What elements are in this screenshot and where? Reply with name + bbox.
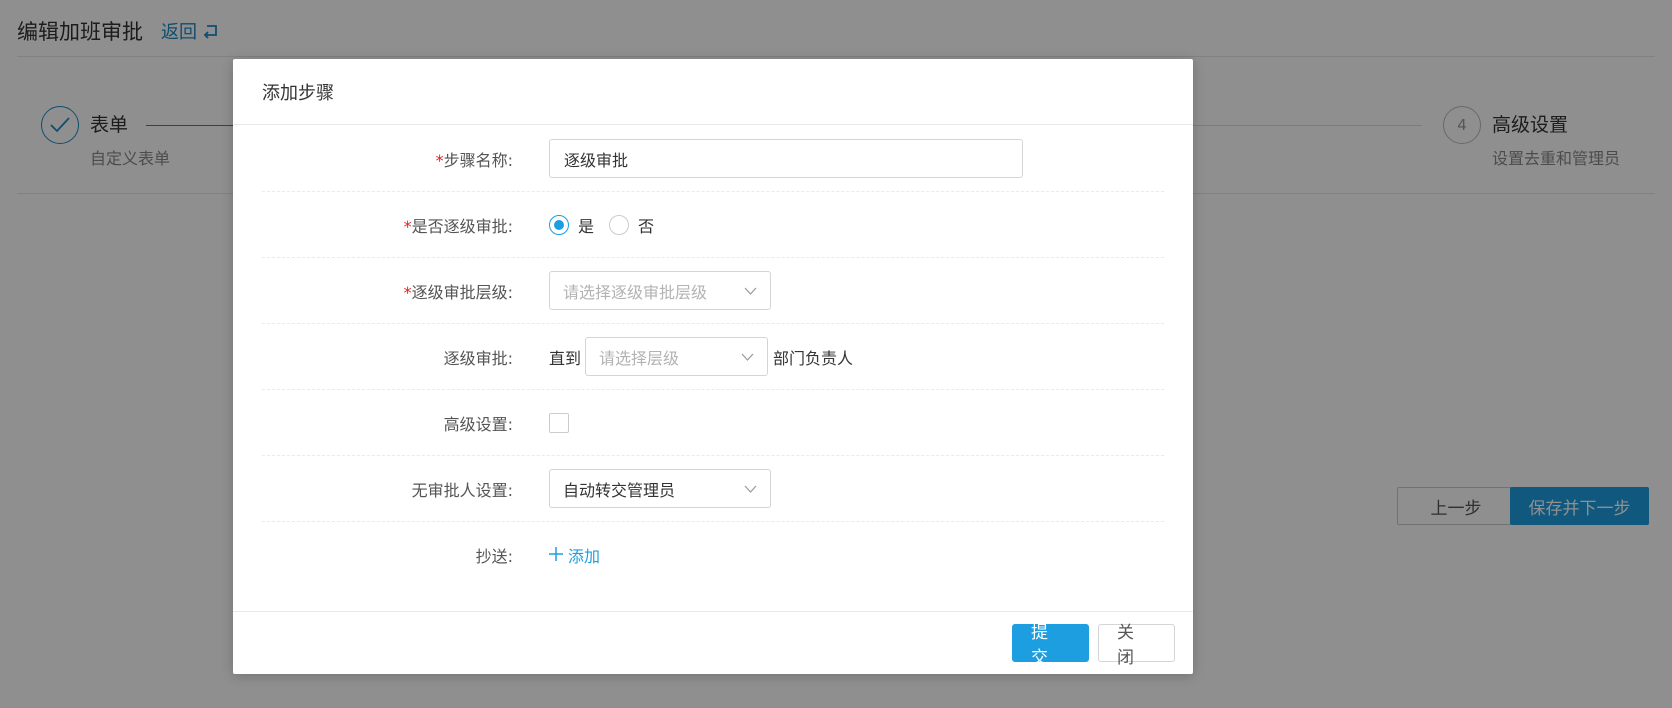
submit-button[interactable]: 提交 xyxy=(1012,623,1089,668)
select-placeholder: 请选择层级 xyxy=(599,348,680,368)
until-prefix: 直到 xyxy=(549,348,582,368)
plus-icon xyxy=(549,544,563,566)
label-text: 步骤名称: xyxy=(443,150,513,170)
select-value: 自动转交管理员 xyxy=(563,480,676,500)
radio-no[interactable]: 否 xyxy=(609,213,654,237)
radio-checked-icon[interactable] xyxy=(549,214,569,235)
advanced-checkbox[interactable] xyxy=(549,412,569,433)
level-approval-label: *是否逐级审批: xyxy=(262,213,513,237)
required-mark: * xyxy=(403,216,412,236)
form-row-step-name: *步骤名称: xyxy=(262,126,1164,192)
approval-level-select[interactable]: 请选择逐级审批层级 xyxy=(549,271,771,310)
radio-yes-label: 是 xyxy=(578,216,595,236)
required-mark: * xyxy=(435,150,444,170)
chevron-down-icon xyxy=(744,485,757,493)
select-placeholder: 请选择逐级审批层级 xyxy=(563,282,708,302)
approval-until-label: 逐级审批: xyxy=(443,348,513,368)
form-row-approval-level: *逐级审批层级: 请选择逐级审批层级 xyxy=(262,258,1164,324)
add-cc-label: 添加 xyxy=(568,547,601,566)
form-row-no-approver: 无审批人设置: 自动转交管理员 xyxy=(262,456,1164,522)
dialog-title: 添加步骤 xyxy=(262,82,334,104)
chevron-down-icon xyxy=(744,287,757,295)
add-step-dialog: 添加步骤 *步骤名称: *是否逐级审批: 是 否 xyxy=(233,59,1193,674)
close-button[interactable]: 关闭 xyxy=(1098,623,1175,668)
radio-unchecked-icon[interactable] xyxy=(609,214,630,235)
dialog-footer: 提交 关闭 xyxy=(233,611,1193,674)
form-row-advanced: 高级设置: xyxy=(262,390,1164,456)
chevron-down-icon xyxy=(741,353,754,361)
dialog-header: 添加步骤 xyxy=(233,59,1193,125)
add-cc-link[interactable]: 添加 xyxy=(549,543,600,567)
step-name-label: *步骤名称: xyxy=(262,147,513,171)
label-text: 逐级审批层级: xyxy=(411,282,513,302)
cc-label: 抄送: xyxy=(475,547,513,566)
level-select[interactable]: 请选择层级 xyxy=(585,337,769,376)
step-name-input[interactable] xyxy=(549,139,1023,178)
advanced-label: 高级设置: xyxy=(443,414,513,434)
form-row-level-approval: *是否逐级审批: 是 否 xyxy=(262,192,1164,258)
form-row-approval-until: 逐级审批: 直到 请选择层级 部门负责人 xyxy=(262,324,1164,390)
until-suffix: 部门负责人 xyxy=(773,348,854,368)
dialog-form: *步骤名称: *是否逐级审批: 是 否 xyxy=(262,126,1164,588)
form-row-cc: 抄送: 添加 xyxy=(262,522,1164,588)
required-mark: * xyxy=(403,282,412,302)
label-text: 是否逐级审批: xyxy=(411,216,513,236)
no-approver-label: 无审批人设置: xyxy=(411,480,513,500)
approval-level-label: *逐级审批层级: xyxy=(262,279,513,303)
radio-no-label: 否 xyxy=(638,216,655,236)
no-approver-select[interactable]: 自动转交管理员 xyxy=(549,469,771,508)
radio-yes[interactable]: 是 xyxy=(549,213,594,237)
